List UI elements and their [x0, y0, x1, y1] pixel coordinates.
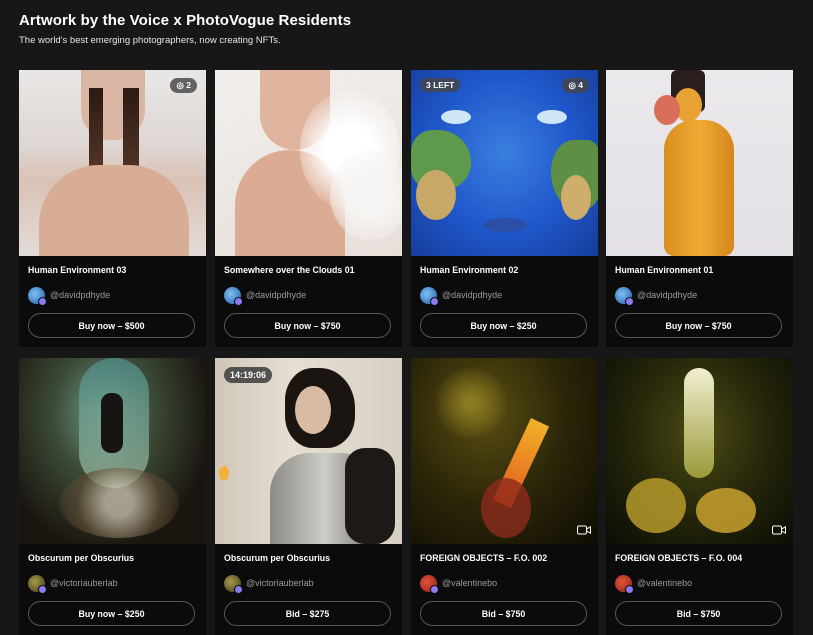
buy-button[interactable]: Buy now – $250	[28, 601, 195, 626]
artwork-card[interactable]: Obscurum per Obscurius @victoriauberlab …	[19, 358, 206, 635]
artwork-image[interactable]	[19, 358, 206, 544]
creator-handle: @davidpdhyde	[246, 290, 307, 300]
artwork-card[interactable]: Somewhere over the Clouds 01 @davidpdhyd…	[215, 70, 402, 347]
verified-badge-icon	[38, 584, 47, 594]
creator-handle: @valentinebo	[442, 578, 498, 588]
page-subtitle: The world's best emerging photographers,…	[19, 35, 281, 46]
edition-count-badge: ◎ 2	[170, 78, 197, 93]
creator-handle: @davidpdhyde	[50, 290, 111, 300]
verified-badge-icon	[234, 296, 243, 306]
page-title: Artwork by the Voice x PhotoVogue Reside…	[19, 12, 352, 29]
creator-link[interactable]: @davidpdhyde	[224, 286, 393, 306]
avatar	[28, 286, 47, 306]
creator-handle: @valentinebo	[637, 578, 693, 588]
avatar	[615, 574, 634, 594]
creator-link[interactable]: @davidpdhyde	[615, 286, 784, 306]
artwork-image[interactable]	[606, 358, 793, 544]
creator-link[interactable]: @victoriauberlab	[28, 574, 197, 594]
buy-button[interactable]: Buy now – $750	[615, 313, 782, 338]
editions-left-badge: 3 LEFT	[420, 78, 461, 92]
bid-button[interactable]: Bid – $750	[615, 601, 782, 626]
artwork-card[interactable]: FOREIGN OBJECTS – F.O. 002 @valentinebo …	[411, 358, 598, 635]
artwork-image[interactable]	[606, 70, 793, 256]
artwork-title[interactable]: Human Environment 03	[28, 265, 197, 275]
artwork-title[interactable]: Somewhere over the Clouds 01	[224, 265, 393, 275]
creator-link[interactable]: @davidpdhyde	[420, 286, 589, 306]
artwork-card[interactable]: 3 LEFT ◎ 4 Human Environment 02 @davidpd…	[411, 70, 598, 347]
page-header: Artwork by the Voice x PhotoVogue Reside…	[19, 12, 351, 46]
creator-link[interactable]: @valentinebo	[615, 574, 784, 594]
artwork-card[interactable]: 14:19:06 Obscurum per Obscurius @victori…	[215, 358, 402, 635]
artwork-card[interactable]: Human Environment 01 @davidpdhyde Buy no…	[606, 70, 793, 347]
video-camera-icon	[577, 525, 591, 535]
avatar	[224, 574, 243, 594]
artwork-image[interactable]	[215, 70, 402, 256]
artwork-image[interactable]: 3 LEFT ◎ 4	[411, 70, 598, 256]
artwork-image[interactable]	[411, 358, 598, 544]
avatar	[420, 286, 439, 306]
artwork-title[interactable]: Obscurum per Obscurius	[224, 553, 393, 563]
artwork-image[interactable]: ◎ 2	[19, 70, 206, 256]
edition-count-badge: ◎ 4	[562, 78, 589, 93]
avatar	[615, 286, 634, 306]
creator-handle: @davidpdhyde	[442, 290, 503, 300]
artwork-title[interactable]: Obscurum per Obscurius	[28, 553, 197, 563]
verified-badge-icon	[625, 296, 634, 306]
verified-badge-icon	[234, 584, 243, 594]
verified-badge-icon	[430, 584, 439, 594]
buy-button[interactable]: Buy now – $500	[28, 313, 195, 338]
creator-handle: @victoriauberlab	[50, 578, 118, 588]
artwork-title[interactable]: FOREIGN OBJECTS – F.O. 002	[420, 553, 589, 563]
buy-button[interactable]: Buy now – $750	[224, 313, 391, 338]
bid-button[interactable]: Bid – $750	[420, 601, 587, 626]
verified-badge-icon	[430, 296, 439, 306]
creator-link[interactable]: @valentinebo	[420, 574, 589, 594]
avatar	[224, 286, 243, 306]
verified-badge-icon	[38, 296, 47, 306]
auction-timer: 14:19:06	[224, 367, 273, 383]
artwork-title[interactable]: Human Environment 02	[420, 265, 589, 275]
creator-handle: @davidpdhyde	[637, 290, 698, 300]
artwork-card[interactable]: ◎ 2 Human Environment 03 @davidpdhyde Bu…	[19, 70, 206, 347]
avatar	[420, 574, 439, 594]
artwork-image[interactable]: 14:19:06	[215, 358, 402, 544]
bid-button[interactable]: Bid – $275	[224, 601, 391, 626]
artwork-card[interactable]: FOREIGN OBJECTS – F.O. 004 @valentinebo …	[606, 358, 793, 635]
artwork-title[interactable]: Human Environment 01	[615, 265, 784, 275]
artwork-title[interactable]: FOREIGN OBJECTS – F.O. 004	[615, 553, 784, 563]
avatar	[28, 574, 47, 594]
creator-link[interactable]: @victoriauberlab	[224, 574, 393, 594]
creator-link[interactable]: @davidpdhyde	[28, 286, 197, 306]
buy-button[interactable]: Buy now – $250	[420, 313, 587, 338]
video-camera-icon	[772, 525, 786, 535]
verified-badge-icon	[625, 584, 634, 594]
creator-handle: @victoriauberlab	[246, 578, 314, 588]
